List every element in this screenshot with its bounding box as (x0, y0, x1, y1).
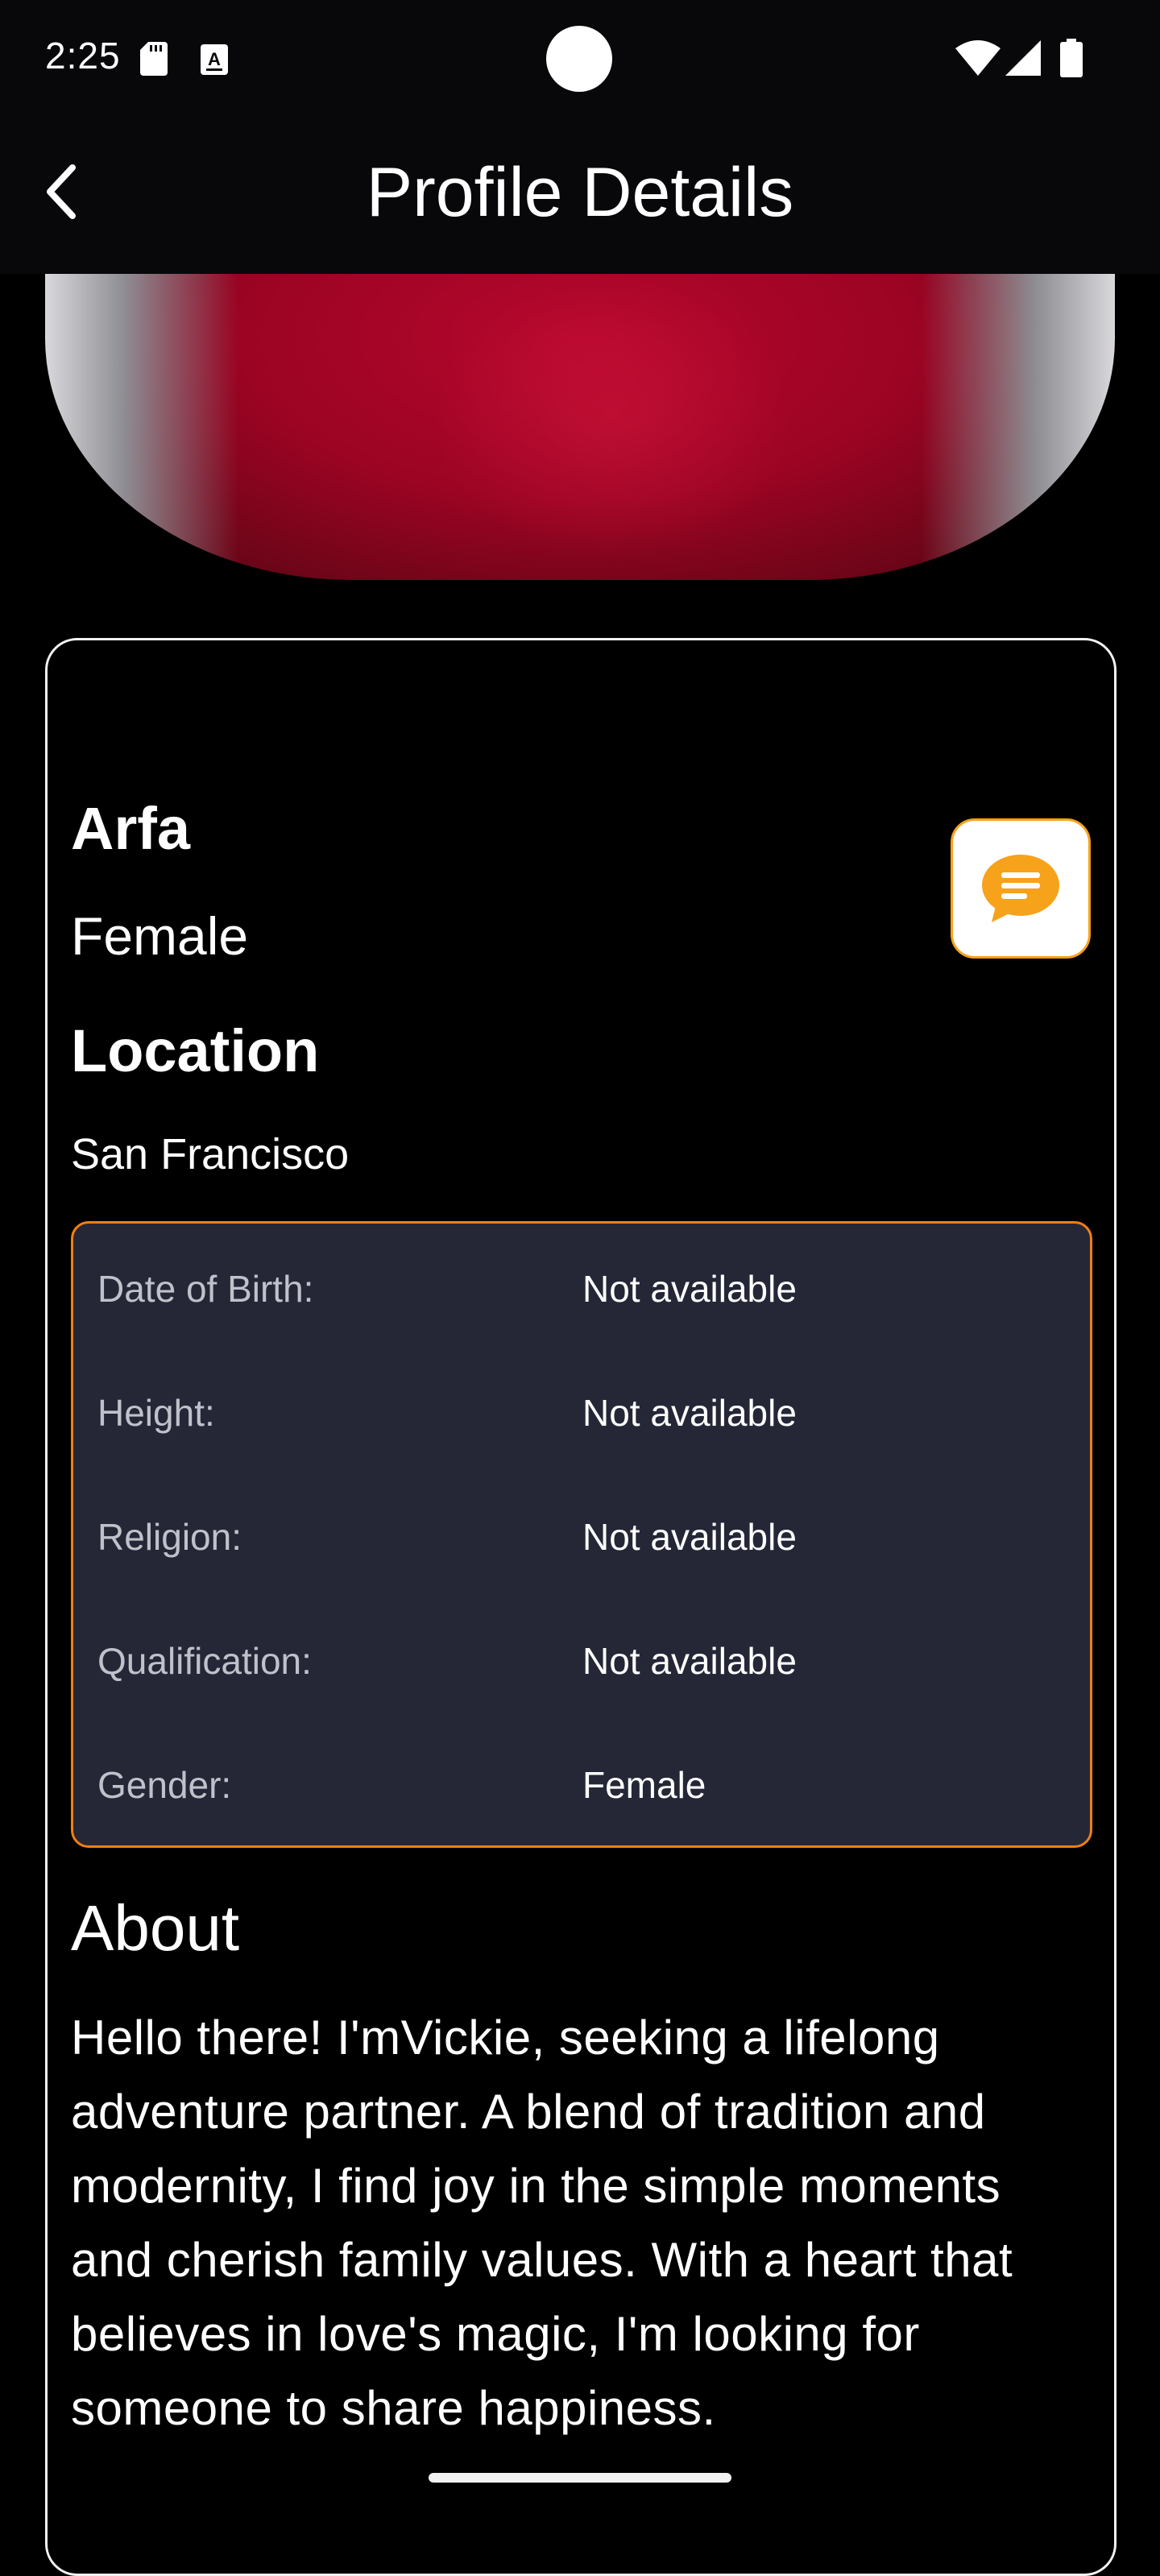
about-line: modernity, I find joy in the simple mome… (71, 2159, 1001, 2213)
detail-label: Gender: (97, 1764, 232, 1806)
cell-signal-icon (1005, 40, 1041, 76)
detail-row-qualification: Qualification: Not available (73, 1639, 1090, 1688)
about-line: adventure partner. A blend of tradition … (71, 2085, 986, 2139)
keyboard-a-icon: A (201, 44, 228, 75)
detail-value: Not available (582, 1392, 797, 1434)
user-name: Arfa (71, 795, 191, 862)
about-text: Hello there! I'mVickie, seeking a lifelo… (71, 2001, 1102, 2446)
app-bar: Profile Details (0, 116, 1160, 274)
user-gender: Female (71, 906, 249, 966)
detail-label: Height: (97, 1392, 215, 1434)
page-title: Profile Details (366, 154, 794, 231)
chat-bubble-icon (982, 855, 1059, 922)
battery-icon (1060, 39, 1083, 77)
chat-button[interactable] (951, 818, 1091, 959)
sd-card-icon (140, 42, 168, 76)
gesture-bar[interactable] (429, 2473, 731, 2483)
about-line: believes in love's magic, I'm looking fo… (71, 2307, 920, 2361)
detail-value: Not available (582, 1516, 797, 1558)
detail-label: Date of Birth: (97, 1268, 314, 1310)
about-heading: About (71, 1892, 240, 1964)
about-line: and cherish family values. With a heart … (71, 2233, 1013, 2287)
camera-cutout (546, 26, 612, 92)
detail-value: Female (582, 1764, 706, 1806)
status-bar: 2:25 A (0, 0, 1160, 116)
detail-row-religion: Religion: Not available (73, 1515, 1090, 1563)
detail-row-gender: Gender: Female (73, 1763, 1090, 1812)
status-time: 2:25 (45, 35, 121, 77)
detail-value: Not available (582, 1268, 797, 1310)
location-heading: Location (71, 1017, 320, 1084)
detail-row-dob: Date of Birth: Not available (73, 1267, 1090, 1315)
about-line: someone to share happiness. (71, 2381, 716, 2435)
detail-label: Religion: (97, 1516, 242, 1558)
svg-text:A: A (208, 49, 221, 69)
detail-value: Not available (582, 1640, 797, 1682)
about-line: Hello there! I'mVickie, seeking a lifelo… (71, 2011, 940, 2065)
location-value: San Francisco (71, 1130, 350, 1178)
details-table: Date of Birth: Not available Height: Not… (71, 1221, 1092, 1848)
detail-label: Qualification: (97, 1640, 312, 1682)
detail-row-height: Height: Not available (73, 1391, 1090, 1439)
wifi-icon (955, 40, 1000, 76)
